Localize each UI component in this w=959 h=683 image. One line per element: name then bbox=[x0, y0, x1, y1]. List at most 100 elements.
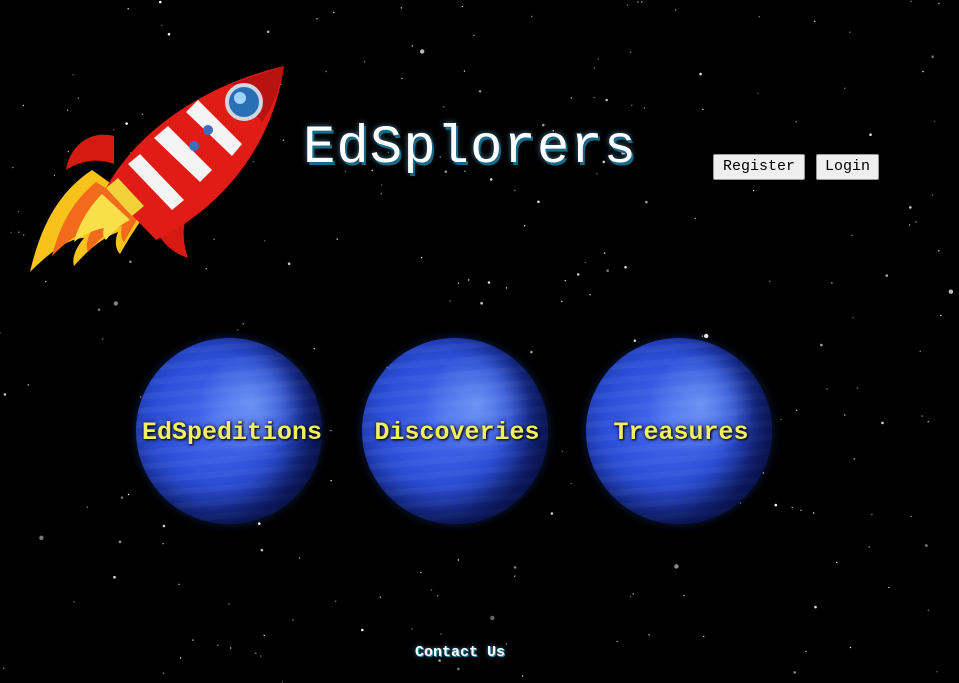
star bbox=[564, 279, 566, 282]
star bbox=[316, 18, 318, 20]
star bbox=[18, 231, 20, 233]
star bbox=[420, 49, 425, 54]
star bbox=[420, 571, 422, 574]
star bbox=[440, 633, 442, 635]
star bbox=[626, 4, 629, 7]
star bbox=[420, 256, 423, 259]
star bbox=[593, 96, 595, 99]
star bbox=[938, 2, 940, 5]
star bbox=[379, 596, 381, 598]
register-button[interactable]: Register bbox=[713, 154, 805, 180]
star bbox=[27, 384, 29, 386]
star bbox=[561, 300, 563, 302]
nav-link-treasures[interactable]: Treasures bbox=[561, 418, 801, 447]
star bbox=[228, 603, 230, 605]
star bbox=[629, 51, 632, 53]
star bbox=[463, 70, 466, 72]
nav-link-edspeditions[interactable]: EdSpeditions bbox=[112, 418, 352, 447]
star bbox=[805, 650, 807, 653]
star bbox=[73, 601, 75, 603]
star bbox=[921, 415, 923, 417]
star bbox=[919, 350, 921, 353]
star bbox=[871, 513, 873, 516]
star bbox=[127, 493, 130, 496]
star bbox=[514, 575, 516, 577]
star bbox=[260, 548, 264, 552]
star bbox=[260, 655, 262, 657]
star bbox=[258, 522, 261, 525]
star bbox=[869, 133, 872, 136]
star bbox=[162, 672, 165, 674]
star bbox=[631, 104, 633, 107]
star bbox=[885, 274, 889, 277]
star bbox=[325, 70, 327, 73]
star bbox=[10, 231, 12, 234]
star bbox=[752, 189, 755, 192]
star bbox=[852, 317, 854, 319]
star bbox=[910, 515, 912, 518]
star bbox=[597, 58, 600, 60]
star bbox=[683, 594, 685, 597]
star bbox=[762, 472, 765, 474]
nav-link-discoveries[interactable]: Discoveries bbox=[337, 418, 577, 447]
star bbox=[263, 634, 265, 637]
star bbox=[330, 479, 332, 482]
star bbox=[561, 450, 564, 453]
star bbox=[400, 7, 403, 9]
star bbox=[102, 338, 104, 340]
star bbox=[381, 184, 383, 186]
star bbox=[584, 261, 586, 264]
star bbox=[704, 333, 709, 339]
star bbox=[758, 16, 760, 18]
star bbox=[457, 559, 459, 561]
star bbox=[699, 72, 702, 76]
star bbox=[411, 628, 413, 630]
star bbox=[938, 250, 940, 252]
star bbox=[844, 87, 846, 90]
star bbox=[936, 671, 938, 673]
star bbox=[605, 98, 608, 102]
star bbox=[490, 615, 495, 621]
star bbox=[298, 557, 301, 559]
star bbox=[86, 506, 89, 508]
star bbox=[39, 535, 44, 540]
star bbox=[769, 280, 771, 283]
star bbox=[178, 583, 180, 586]
star bbox=[648, 634, 650, 636]
star bbox=[530, 350, 533, 354]
star bbox=[363, 61, 366, 63]
star bbox=[641, 1, 643, 3]
star bbox=[702, 108, 704, 111]
login-button[interactable]: Login bbox=[816, 154, 879, 180]
star bbox=[159, 0, 162, 4]
star bbox=[361, 628, 364, 632]
star bbox=[632, 593, 634, 595]
star bbox=[12, 166, 14, 169]
star bbox=[436, 595, 439, 597]
star bbox=[800, 509, 802, 511]
star bbox=[457, 667, 460, 671]
star bbox=[162, 543, 164, 545]
star bbox=[934, 120, 936, 123]
star bbox=[336, 238, 338, 240]
star bbox=[703, 635, 705, 638]
star bbox=[242, 323, 244, 325]
star bbox=[127, 8, 129, 10]
star bbox=[757, 92, 759, 95]
star bbox=[643, 107, 646, 109]
star bbox=[0, 332, 1, 334]
star bbox=[616, 640, 618, 643]
star bbox=[931, 194, 934, 196]
star bbox=[266, 30, 270, 34]
star bbox=[161, 24, 163, 27]
star bbox=[948, 289, 954, 294]
star bbox=[927, 421, 929, 423]
star bbox=[774, 503, 778, 507]
star bbox=[831, 282, 833, 284]
star bbox=[694, 217, 696, 220]
star bbox=[851, 234, 853, 236]
contact-us-link[interactable]: Contact Us bbox=[380, 644, 540, 661]
star bbox=[868, 546, 870, 548]
star bbox=[401, 77, 403, 80]
star bbox=[118, 540, 122, 544]
